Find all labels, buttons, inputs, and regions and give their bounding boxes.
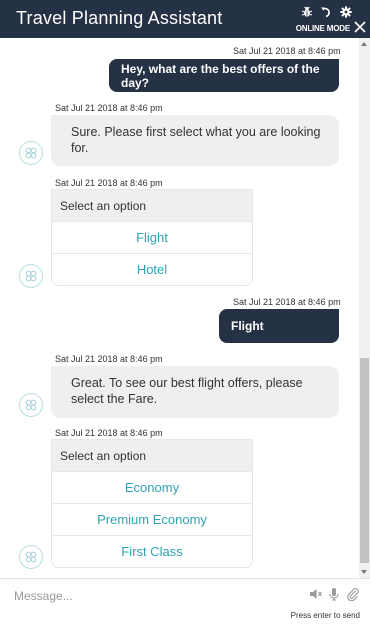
message-timestamp: Sat Jul 21 2018 at 8:46 pm	[55, 354, 163, 364]
user-message: Flight	[219, 309, 339, 343]
message-timestamp: Sat Jul 21 2018 at 8:46 pm	[55, 428, 163, 438]
attachment-icon[interactable]	[346, 587, 360, 601]
option-card-header: Select an option	[52, 440, 252, 471]
bot-avatar-icon	[19, 264, 43, 288]
microphone-icon[interactable]	[327, 587, 341, 601]
option-flight[interactable]: Flight	[52, 221, 252, 253]
message-timestamp: Sat Jul 21 2018 at 8:46 pm	[55, 103, 163, 113]
message-input[interactable]	[14, 587, 274, 605]
chat-messages[interactable]: Sat Jul 21 2018 at 8:46 pm Hey, what are…	[0, 38, 358, 578]
bug-icon[interactable]	[301, 6, 313, 18]
bot-message: Sure. Please first select what you are l…	[51, 115, 339, 166]
option-card-service: Select an option Flight Hotel	[51, 189, 253, 286]
chat-title: Travel Planning Assistant	[16, 8, 223, 28]
chat-scrollbar[interactable]	[359, 38, 370, 578]
option-hotel[interactable]: Hotel	[52, 253, 252, 285]
bot-avatar-icon	[19, 393, 43, 417]
scrollbar-thumb[interactable]	[360, 358, 369, 563]
bot-avatar-icon	[19, 545, 43, 569]
option-first-class[interactable]: First Class	[52, 535, 252, 567]
message-timestamp: Sat Jul 21 2018 at 8:46 pm	[233, 297, 341, 307]
user-message: Hey, what are the best offers of the day…	[109, 59, 339, 92]
gear-icon[interactable]	[340, 6, 352, 18]
scroll-up-arrow-icon[interactable]	[361, 42, 367, 46]
close-icon[interactable]	[354, 21, 366, 33]
scroll-down-arrow-icon[interactable]	[361, 570, 367, 574]
message-composer: Press enter to send	[0, 578, 370, 626]
send-hint: Press enter to send	[290, 611, 360, 620]
speaker-mute-icon[interactable]	[309, 587, 323, 601]
online-mode-label: ONLINE MODE	[295, 24, 350, 33]
message-timestamp: Sat Jul 21 2018 at 8:46 pm	[233, 46, 341, 56]
refresh-icon[interactable]	[320, 6, 332, 18]
chat-header: Travel Planning Assistant ONLINE MODE	[0, 0, 370, 38]
bot-avatar-icon	[19, 141, 43, 165]
option-card-fare: Select an option Economy Premium Economy…	[51, 439, 253, 568]
option-card-header: Select an option	[52, 190, 252, 221]
option-economy[interactable]: Economy	[52, 471, 252, 503]
bot-message: Great. To see our best flight offers, pl…	[51, 366, 339, 418]
option-premium-economy[interactable]: Premium Economy	[52, 503, 252, 535]
message-timestamp: Sat Jul 21 2018 at 8:46 pm	[55, 178, 163, 188]
